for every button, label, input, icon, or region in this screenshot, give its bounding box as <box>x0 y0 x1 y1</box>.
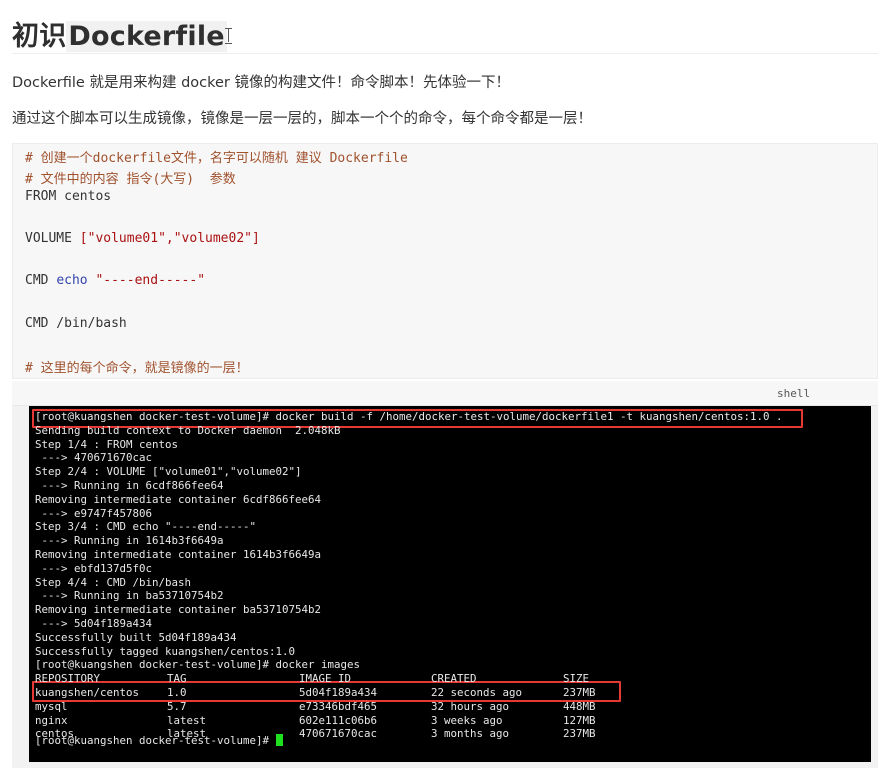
terminal-line: ---> ebfd137d5f0c <box>35 561 153 575</box>
intro-paragraph: Dockerfile 就是用来构建 docker 镜像的构建文件！命令脚本！先体… <box>12 75 510 91</box>
code-comment: # 这里的每个命令，就是镜像的一层！ <box>25 361 249 376</box>
code-cmd-echo-line: CMD echo "----end-----" <box>25 273 205 288</box>
terminal-cursor <box>275 734 283 746</box>
terminal-line: Successfully built 5d04f189a434 <box>35 630 237 644</box>
images-cell-size: 237MB <box>563 727 596 741</box>
images-cell-created: 3 months ago <box>431 727 510 741</box>
title-highlight: Dockerfile <box>66 21 227 52</box>
terminal-line: ---> 470671670cac <box>35 451 153 465</box>
images-cell-tag: latest <box>167 727 207 741</box>
images-cell-image-id: 5d04f189a434 <box>299 686 378 699</box>
terminal-line: ---> 5d04f189a434 <box>35 617 153 630</box>
code-volume-keyword: VOLUME <box>25 231 80 246</box>
code-volume-args: ["volume01","volume02"] <box>79 231 260 246</box>
images-cell-repository: centos <box>35 727 75 741</box>
article-page: 初识Dockerfile Dockerfile 就是用来构建 docker 镜像… <box>0 0 881 775</box>
code-echo-keyword: echo <box>56 273 88 288</box>
text-cursor-icon <box>225 28 233 44</box>
terminal-line: [root@kuangshen docker-test-volume]# doc… <box>35 410 783 423</box>
terminal-line: Successfully tagged kuangshen/centos:1.0 <box>35 644 296 658</box>
code-volume-line: VOLUME ["volume01","volume02"] <box>25 231 260 246</box>
code-echo-string: "----end-----" <box>87 273 206 288</box>
images-cell-repository: kuangshen/centos <box>35 686 140 699</box>
images-header-tag: TAG <box>167 672 187 686</box>
images-cell-size: 127MB <box>563 713 596 727</box>
terminal-line: ---> Running in ba53710754b2 <box>35 589 224 603</box>
terminal-line: Removing intermediate container ba537107… <box>35 603 322 617</box>
images-cell-repository: nginx <box>35 713 68 727</box>
terminal-line: Step 2/4 : VOLUME ["volume01","volume02"… <box>35 465 302 479</box>
terminal-line: Step 1/4 : FROM centos <box>35 437 179 451</box>
terminal-line: Removing intermediate container 1614b3f6… <box>35 548 322 561</box>
terminal-line: ---> Running in 1614b3f6649a <box>35 534 224 548</box>
code-comment: # 文件中的内容 指令(大写) 参数 <box>25 172 236 187</box>
terminal-window: [root@kuangshen docker-test-volume]# [ro… <box>29 406 871 762</box>
code-language-bar: shell <box>12 381 878 406</box>
images-header-created: CREATED <box>431 672 477 686</box>
code-cmd-keyword: CMD <box>25 273 57 288</box>
code-from-line: FROM centos <box>25 189 112 204</box>
code-comment: # 创建一个dockerfile文件，名字可以随机 建议 Dockerfile <box>25 151 408 166</box>
images-header-image-id: IMAGE ID <box>299 672 352 686</box>
terminal-line: ---> Running in 6cdf866fee64 <box>35 479 224 492</box>
terminal-line: ---> e9747f457806 <box>35 506 153 520</box>
layer-paragraph: 通过这个脚本可以生成镜像，镜像是一层一层的，脚本一个个的命令，每个命令都是一层！ <box>12 111 592 127</box>
terminal-screenshot: [root@kuangshen docker-test-volume]# [ro… <box>12 406 878 768</box>
terminal-line: Step 3/4 : CMD echo "----end-----" <box>35 520 257 534</box>
title-prefix: 初识 <box>12 21 67 52</box>
terminal-line: [root@kuangshen docker-test-volume]# doc… <box>35 658 361 672</box>
images-cell-image-id: 602e111c06b6 <box>299 713 378 727</box>
code-language-label: shell <box>777 387 811 400</box>
dockerfile-code-block[interactable]: # 创建一个dockerfile文件，名字可以随机 建议 Dockerfile … <box>12 143 878 379</box>
images-cell-repository: mysql <box>35 699 68 713</box>
images-header-repository: REPOSITORY <box>35 672 101 686</box>
images-cell-created: 32 hours ago <box>431 699 510 713</box>
images-cell-image-id: e73346bdf465 <box>299 699 378 713</box>
images-cell-tag: 1.0 <box>167 686 187 699</box>
code-cmd-bash-line: CMD /bin/bash <box>25 316 127 331</box>
terminal-line: Sending build context to Docker daemon 2… <box>35 423 341 437</box>
images-cell-size: 237MB <box>563 686 596 699</box>
terminal-line: Removing intermediate container 6cdf866f… <box>35 492 322 506</box>
images-cell-created: 22 seconds ago <box>431 686 523 699</box>
terminal-line: Step 4/4 : CMD /bin/bash <box>35 575 192 589</box>
images-cell-size: 448MB <box>563 699 596 713</box>
images-cell-tag: latest <box>167 713 207 727</box>
heading-row: 初识Dockerfile <box>12 8 878 54</box>
images-cell-tag: 5.7 <box>167 699 187 713</box>
images-cell-image-id: 470671670cac <box>299 727 378 741</box>
page-title: 初识Dockerfile <box>12 14 227 53</box>
images-cell-created: 3 weeks ago <box>431 713 503 727</box>
images-header-size: SIZE <box>563 672 590 686</box>
